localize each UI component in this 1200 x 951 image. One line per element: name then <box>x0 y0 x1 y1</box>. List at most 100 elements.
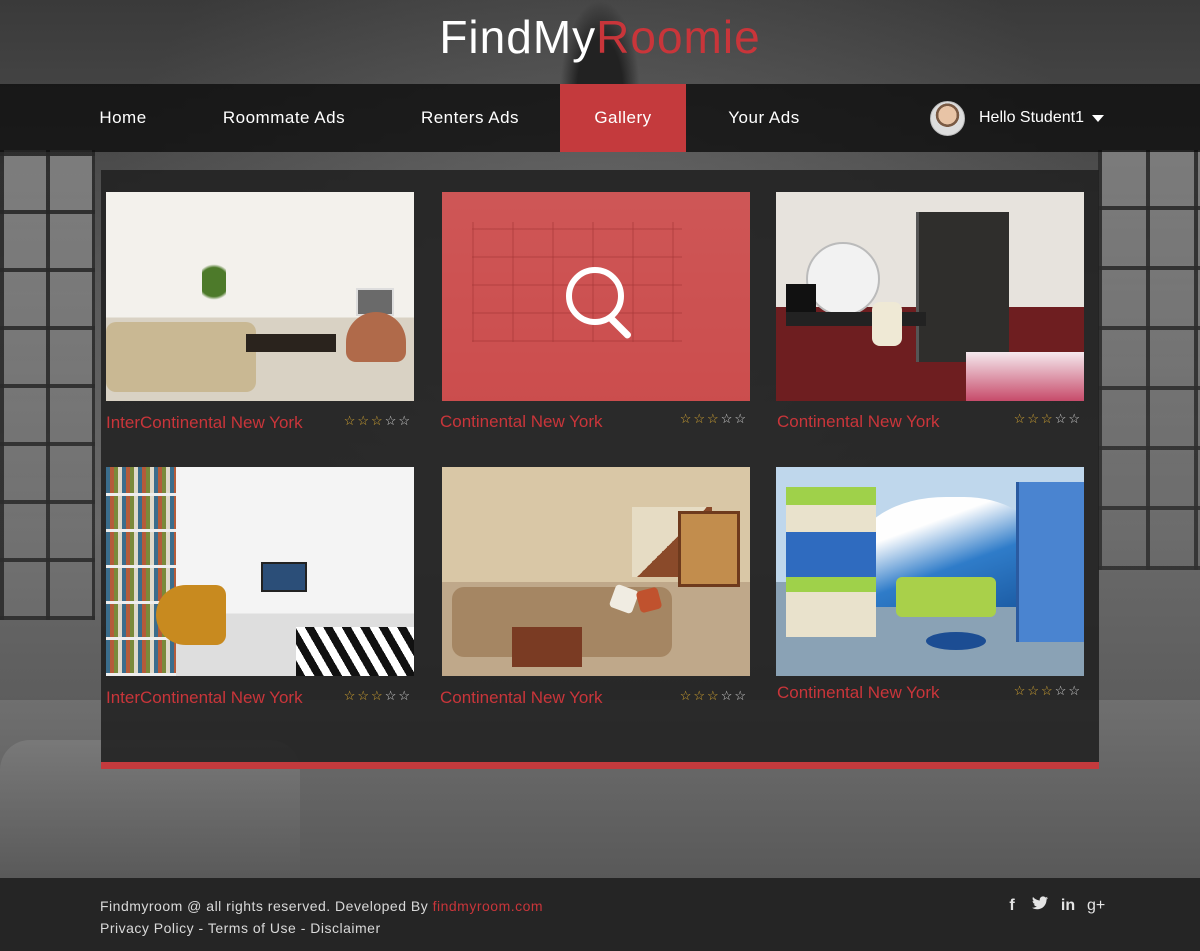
star-icon: ☆ <box>1013 411 1028 426</box>
footer-link-disclaimer[interactable]: Disclaimer <box>310 920 380 936</box>
star-icon: ☆ <box>371 413 385 428</box>
thumb-mirror <box>806 242 880 316</box>
star-icon: ☆ <box>720 688 735 703</box>
social-links: f in g+ <box>1003 896 1105 915</box>
thumb-bookshelf <box>106 467 176 676</box>
site-logo[interactable]: FindMyRoomie <box>0 10 1200 64</box>
star-icon: ☆ <box>693 411 708 426</box>
background-window-right <box>1098 150 1200 570</box>
site-footer: Findmyroom @ all rights reserved. Develo… <box>0 878 1200 951</box>
thumb-bed <box>896 577 996 617</box>
main-navbar: Home Roommate Ads Renters Ads Gallery Yo… <box>0 84 1200 152</box>
star-icon: ☆ <box>343 413 358 428</box>
star-icon: ☆ <box>1041 683 1055 698</box>
star-icon: ☆ <box>679 411 694 426</box>
star-rating: ☆☆☆☆☆ <box>344 413 412 429</box>
star-rating: ☆☆☆☆☆ <box>344 688 412 704</box>
star-rating: ☆☆☆☆☆ <box>680 411 748 427</box>
gallery-thumbnail[interactable] <box>106 467 414 676</box>
star-icon: ☆ <box>693 688 708 703</box>
linkedin-icon[interactable]: in <box>1059 897 1077 915</box>
user-menu[interactable]: Hello Student1 <box>930 100 1104 136</box>
thumb-tv <box>261 562 307 592</box>
star-icon: ☆ <box>1054 683 1069 698</box>
twitter-icon-svg <box>1032 896 1048 910</box>
thumb-rug <box>296 627 414 676</box>
logo-part-roomie: Roomie <box>596 11 761 63</box>
twitter-icon[interactable] <box>1031 896 1049 915</box>
gallery-thumbnail[interactable] <box>106 192 414 401</box>
star-icon: ☆ <box>1054 411 1069 426</box>
star-icon: ☆ <box>384 688 399 703</box>
footer-link-separator: - <box>194 920 208 936</box>
star-icon: ☆ <box>734 411 748 426</box>
thumb-doorway <box>678 511 740 587</box>
avatar <box>930 100 965 136</box>
gallery-card-title[interactable]: Continental New York <box>440 412 603 432</box>
chevron-down-icon[interactable] <box>1091 114 1104 122</box>
star-rating: ☆☆☆☆☆ <box>1014 683 1082 699</box>
star-icon: ☆ <box>398 413 412 428</box>
logo-part-findmy: FindMy <box>439 11 597 63</box>
footer-copyright-text: Findmyroom @ all rights reserved. Develo… <box>100 898 429 914</box>
star-icon: ☆ <box>371 688 385 703</box>
google-plus-icon[interactable]: g+ <box>1087 897 1105 915</box>
thumb-sofa <box>106 322 256 392</box>
thumb-wardrobe <box>916 212 1009 362</box>
star-icon: ☆ <box>734 688 748 703</box>
thumb-bed <box>966 352 1084 401</box>
thumb-table <box>246 334 336 352</box>
thumb-rug <box>926 632 986 650</box>
gallery-thumbnail[interactable] <box>776 467 1084 676</box>
footer-dev-link[interactable]: findmyroom.com <box>433 898 543 914</box>
thumb-chair <box>872 302 902 346</box>
gallery-thumbnail[interactable] <box>442 467 750 676</box>
star-icon: ☆ <box>343 688 358 703</box>
thumb-table <box>512 627 582 667</box>
star-icon: ☆ <box>384 413 399 428</box>
footer-copyright: Findmyroom @ all rights reserved. Develo… <box>100 898 543 914</box>
facebook-icon[interactable]: f <box>1003 897 1021 915</box>
nav-item-gallery[interactable]: Gallery <box>560 84 686 152</box>
thumb-chair <box>346 312 406 362</box>
star-rating: ☆☆☆☆☆ <box>1014 411 1082 427</box>
gallery-card-title[interactable]: InterContinental New York <box>106 413 303 433</box>
gallery-card-title[interactable]: Continental New York <box>777 412 940 432</box>
thumb-desk <box>786 312 926 326</box>
star-icon: ☆ <box>707 411 721 426</box>
gallery-card-title[interactable]: Continental New York <box>777 683 940 703</box>
thumb-desk <box>786 487 876 637</box>
star-icon: ☆ <box>398 688 412 703</box>
star-icon: ☆ <box>357 413 372 428</box>
star-icon: ☆ <box>679 688 694 703</box>
star-icon: ☆ <box>1027 683 1042 698</box>
gallery-thumbnail[interactable] <box>442 192 750 401</box>
nav-item-renters-ads[interactable]: Renters Ads <box>405 84 535 152</box>
star-icon: ☆ <box>357 688 372 703</box>
star-icon: ☆ <box>1041 411 1055 426</box>
star-rating: ☆☆☆☆☆ <box>680 688 748 704</box>
star-icon: ☆ <box>1068 683 1082 698</box>
footer-links: Privacy Policy - Terms of Use - Disclaim… <box>100 920 381 936</box>
gallery-thumbnail[interactable] <box>776 192 1084 401</box>
user-greeting: Hello Student1 <box>979 109 1084 126</box>
nav-item-your-ads[interactable]: Your Ads <box>712 84 816 152</box>
nav-item-roommate-ads[interactable]: Roommate Ads <box>210 84 358 152</box>
thumb-monitor <box>786 284 816 314</box>
search-icon[interactable] <box>566 267 624 325</box>
gallery-card-title[interactable]: Continental New York <box>440 688 603 708</box>
thumb-chair <box>156 585 226 645</box>
thumb-wardrobe <box>1016 482 1084 642</box>
star-icon: ☆ <box>1068 411 1082 426</box>
star-icon: ☆ <box>1013 683 1028 698</box>
gallery-panel-accent-bar <box>101 762 1099 769</box>
footer-link-privacy-policy[interactable]: Privacy Policy <box>100 920 194 936</box>
background-window-left <box>0 150 95 620</box>
thumb-plant <box>202 252 226 312</box>
nav-item-home[interactable]: Home <box>80 84 166 152</box>
footer-link-terms-of-use[interactable]: Terms of Use <box>208 920 296 936</box>
star-icon: ☆ <box>707 688 721 703</box>
footer-link-separator: - <box>296 920 311 936</box>
gallery-card-title[interactable]: InterContinental New York <box>106 688 303 708</box>
star-icon: ☆ <box>1027 411 1042 426</box>
